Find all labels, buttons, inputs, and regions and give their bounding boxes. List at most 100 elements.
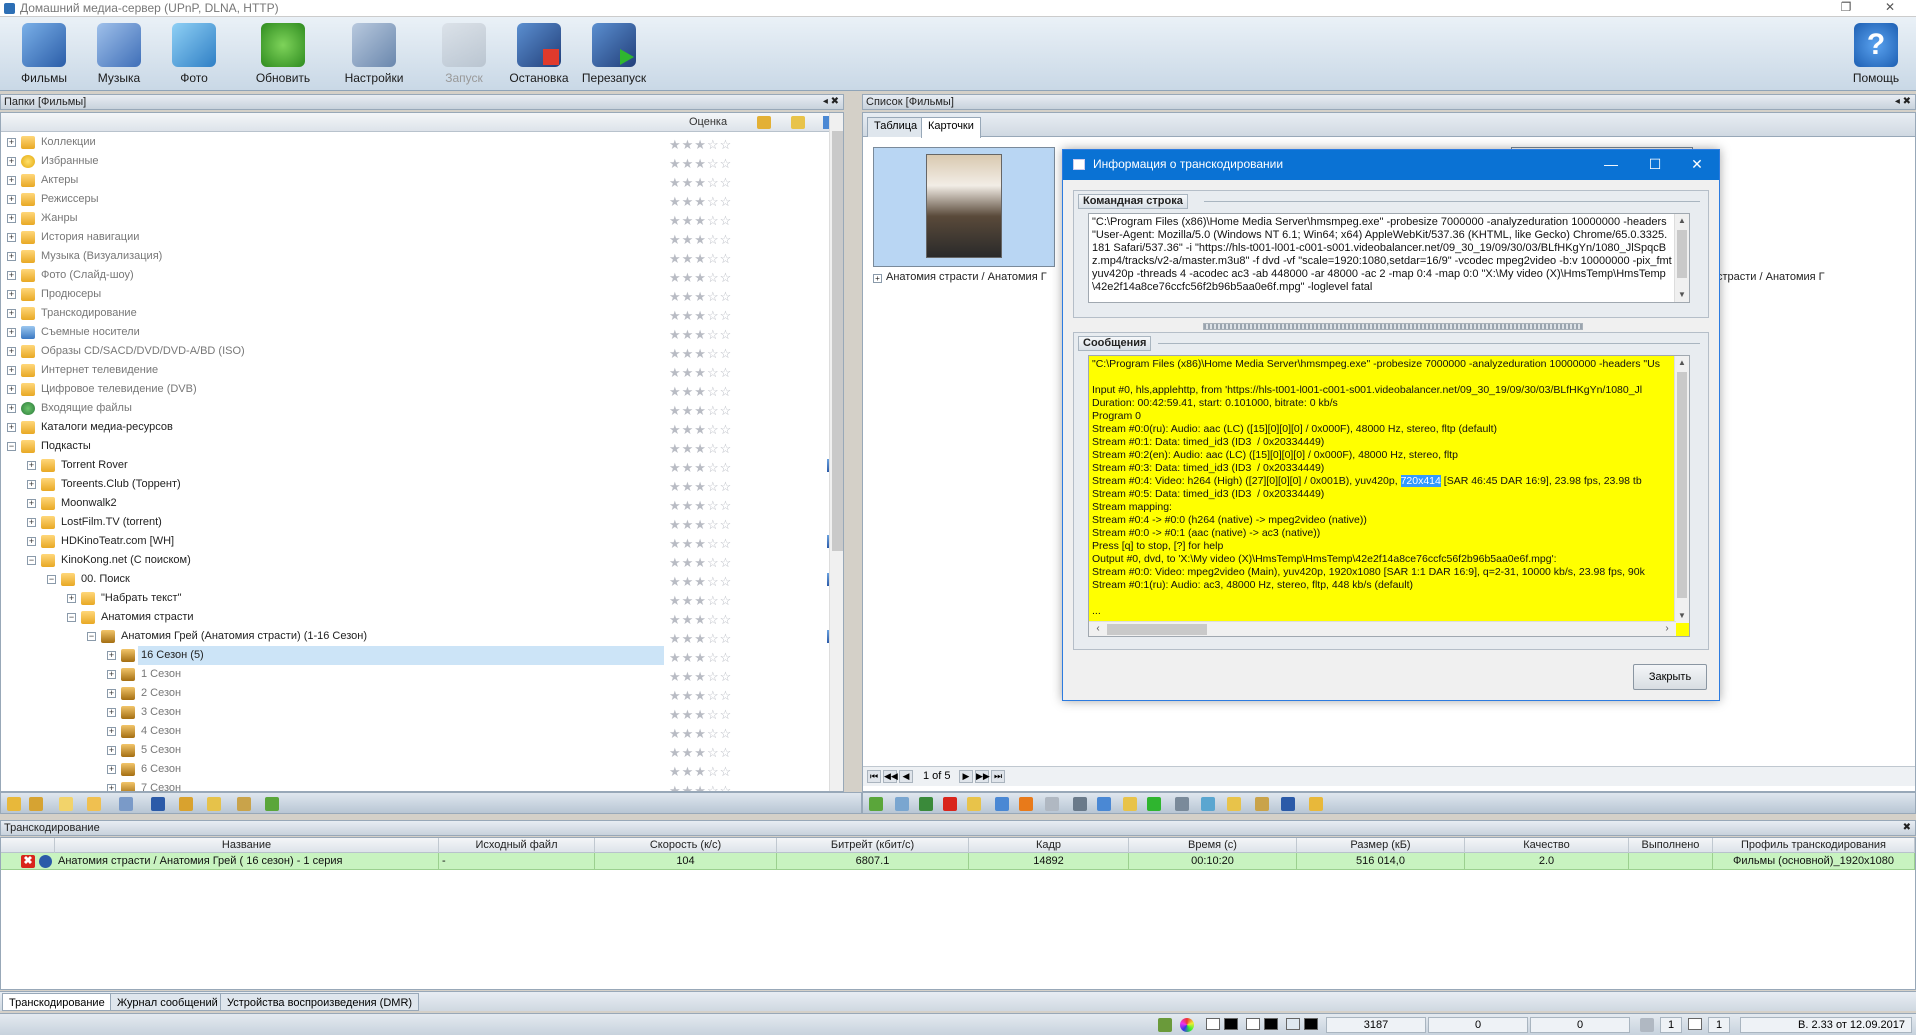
dialog-minimize-button[interactable]: — — [1591, 154, 1631, 176]
tab-cards[interactable]: Карточки — [921, 117, 981, 138]
expand-toggle[interactable]: + — [7, 233, 16, 242]
tree-tool-icon[interactable] — [59, 797, 73, 811]
expand-toggle[interactable]: + — [7, 271, 16, 280]
swatch-black-3[interactable] — [1304, 1018, 1318, 1030]
close-window-button[interactable]: ✕ — [1870, 0, 1910, 17]
films-button[interactable]: Фильмы — [8, 21, 80, 89]
swatch-light[interactable] — [1286, 1018, 1300, 1030]
tree-item[interactable]: + Toreents.Club (Торрент) ★★★☆☆ — [1, 475, 829, 494]
tree-tool-icon[interactable] — [207, 797, 221, 811]
tree-item[interactable]: + История навигации ★★★☆☆ — [1, 228, 829, 247]
expand-toggle[interactable]: + — [107, 784, 116, 791]
settings-button[interactable]: Настройки — [338, 21, 410, 89]
expand-toggle[interactable]: + — [7, 423, 16, 432]
messages-log[interactable]: "C:\Program Files (x86)\Home Media Serve… — [1088, 355, 1690, 637]
list-tool-icon[interactable] — [1175, 797, 1189, 811]
splitter-handle[interactable] — [1203, 323, 1583, 330]
expand-toggle[interactable]: + — [67, 594, 76, 603]
scroll-thumb[interactable] — [1677, 372, 1687, 598]
expand-toggle[interactable]: + — [7, 195, 16, 204]
tree-tool-icon[interactable] — [151, 797, 165, 811]
expand-toggle[interactable]: + — [107, 708, 116, 717]
list-tool-icon[interactable] — [1281, 797, 1295, 811]
list-tool-icon[interactable] — [1073, 797, 1087, 811]
expand-toggle[interactable]: + — [7, 309, 16, 318]
list-tool-icon[interactable] — [1123, 797, 1137, 811]
expand-toggle[interactable]: + — [873, 274, 882, 283]
tree-item[interactable]: + Транскодирование ★★★☆☆ — [1, 304, 829, 323]
tree-item[interactable]: −00. Поиск ★★★☆☆ — [1, 570, 839, 589]
list-tool-icon[interactable] — [943, 797, 957, 811]
scroll-down-icon[interactable]: ▼ — [1675, 609, 1689, 623]
tree-item[interactable]: + Режиссеры ★★★☆☆ — [1, 190, 829, 209]
color-wheel-icon[interactable] — [1180, 1018, 1194, 1032]
tree-item[interactable]: + Коллекции ★★★☆☆ — [1, 133, 829, 152]
column-name[interactable]: Название — [55, 838, 439, 853]
swatch-black-2[interactable] — [1264, 1018, 1278, 1030]
tree-item[interactable]: − KinoKong.net (С поиском) ★★★☆☆ — [1, 551, 829, 570]
expand-toggle[interactable]: + — [27, 461, 36, 470]
tree-item[interactable]: − Анатомия страсти ★★★☆☆ — [1, 608, 829, 627]
command-line-scrollbar[interactable]: ▲ ▼ — [1674, 214, 1689, 302]
list-tool-icon[interactable] — [1097, 797, 1111, 811]
column-time[interactable]: Время (с) — [1129, 838, 1297, 853]
tree-item[interactable]: + "Набрать текст" ★★★☆☆ — [1, 589, 829, 608]
expand-toggle[interactable]: + — [7, 385, 16, 394]
swatch-white[interactable] — [1206, 1018, 1220, 1030]
tree-item[interactable]: +1 Сезон ★★★☆☆ — [1, 665, 829, 684]
start-button[interactable]: Запуск — [428, 21, 500, 89]
tree-item[interactable]: − Анатомия Грей (Анатомия страсти) (1-16 … — [1, 627, 839, 646]
list-tool-icon[interactable] — [1045, 797, 1059, 811]
expand-toggle[interactable]: + — [27, 480, 36, 489]
list-tool-icon[interactable] — [919, 797, 933, 811]
tree-tool-icon[interactable] — [237, 797, 251, 811]
expand-toggle[interactable]: − — [67, 613, 76, 622]
help-button[interactable]: ? Помощь — [1840, 21, 1912, 89]
scroll-down-icon[interactable]: ▼ — [1675, 288, 1689, 302]
tree-tool-icon[interactable] — [7, 797, 21, 811]
tree-item[interactable]: +16 Сезон (5) ★★★☆☆ — [1, 646, 829, 665]
prev-block-button[interactable]: ◀◀ — [883, 770, 898, 783]
swatch-white-2[interactable] — [1246, 1018, 1260, 1030]
expand-toggle[interactable]: + — [27, 499, 36, 508]
expand-toggle[interactable]: + — [27, 518, 36, 527]
cancel-transcode-icon[interactable]: ✖ — [21, 855, 35, 868]
restore-button[interactable]: ❐ — [1826, 0, 1866, 17]
expand-toggle[interactable]: + — [107, 765, 116, 774]
rating-stars[interactable]: ★★★☆☆ — [669, 781, 732, 791]
close-button[interactable]: Закрыть — [1633, 664, 1707, 690]
column-frame[interactable]: Кадр — [969, 838, 1129, 853]
expand-toggle[interactable]: + — [7, 138, 16, 147]
list-tool-icon[interactable] — [995, 797, 1009, 811]
tree-item[interactable]: + Образы CD/SACD/DVD/DVD-A/BD (ISO) ★★★☆☆ — [1, 342, 829, 361]
expand-toggle[interactable]: + — [7, 366, 16, 375]
tree-item[interactable]: + Актеры ★★★☆☆ — [1, 171, 829, 190]
column-icon-2[interactable] — [791, 116, 805, 129]
list-tool-icon[interactable] — [895, 797, 909, 811]
scroll-left-icon[interactable]: ‹ — [1091, 622, 1105, 636]
tab-transcoding[interactable]: Транскодирование — [2, 993, 112, 1011]
list-tool-icon[interactable] — [1309, 797, 1323, 811]
tree-item[interactable]: +4 Сезон ★★★☆☆ — [1, 722, 829, 741]
expand-toggle[interactable]: + — [7, 404, 16, 413]
expand-toggle[interactable]: + — [27, 537, 36, 546]
refresh-button[interactable]: Обновить — [247, 21, 319, 89]
expand-toggle[interactable]: + — [7, 252, 16, 261]
first-page-button[interactable]: ⏮ — [867, 770, 881, 783]
scroll-right-icon[interactable]: › — [1660, 622, 1674, 636]
next-page-button[interactable]: ▶ — [959, 770, 973, 783]
expand-toggle[interactable]: + — [107, 689, 116, 698]
expand-toggle[interactable]: + — [7, 214, 16, 223]
column-size[interactable]: Размер (кБ) — [1297, 838, 1465, 853]
list-tool-icon[interactable] — [967, 797, 981, 811]
tree-item[interactable]: + Каталоги медиа-ресурсов ★★★☆☆ — [1, 418, 829, 437]
tree-item[interactable]: + Цифровое телевидение (DVB) ★★★☆☆ — [1, 380, 829, 399]
table-row[interactable]: ✖ Анатомия страсти / Анатомия Грей ( 16 … — [1, 853, 1915, 870]
hscroll-thumb[interactable] — [1107, 624, 1207, 635]
folders-panel-pin[interactable]: ◂ ✖ — [823, 95, 839, 109]
tree-item[interactable]: + Интернет телевидение ★★★☆☆ — [1, 361, 829, 380]
expand-toggle[interactable]: + — [107, 670, 116, 679]
prev-page-button[interactable]: ◀ — [899, 770, 913, 783]
tree-item[interactable]: +7 Сезон ★★★☆☆ — [1, 779, 829, 791]
expand-toggle[interactable]: + — [7, 347, 16, 356]
